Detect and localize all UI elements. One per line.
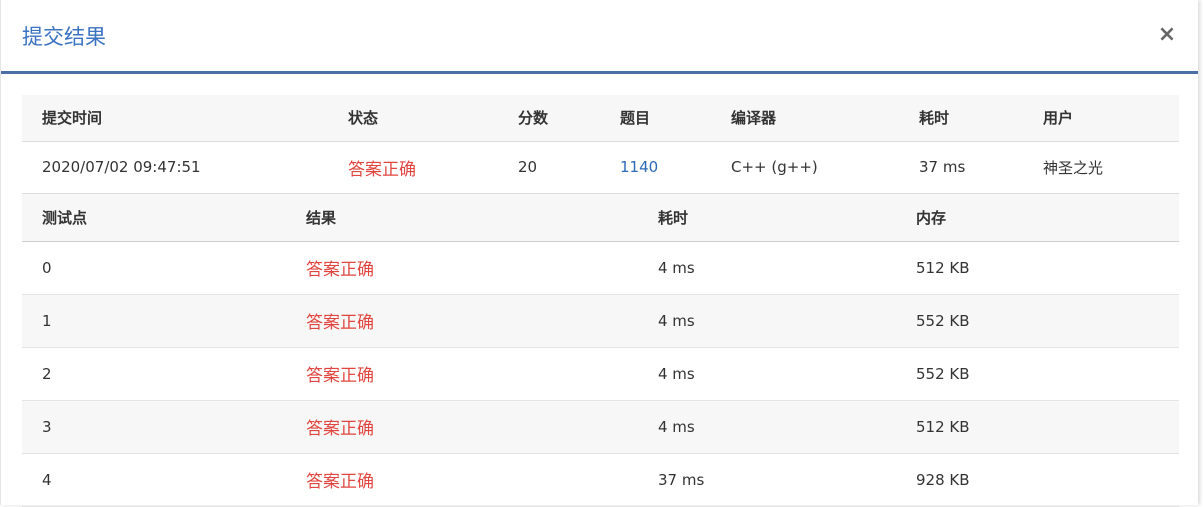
submission-summary-table: 提交时间 状态 分数 题目 编译器 耗时 用户 2020/07/02 09:47… [22, 95, 1179, 194]
duration-value: 37 ms [899, 141, 1023, 194]
test-cases-table: 测试点 结果 耗时 内存 0 答案正确 4 ms 512 KB 1 答案正确 4… [22, 194, 1179, 507]
test-result: 答案正确 [286, 400, 638, 454]
summary-header-row: 提交时间 状态 分数 题目 编译器 耗时 用户 [22, 95, 1179, 142]
header-time: 耗时 [638, 194, 896, 242]
dialog-header: 提交结果 × [1, 0, 1198, 74]
header-memory: 内存 [896, 194, 1179, 242]
test-time: 4 ms [638, 400, 896, 454]
table-row: 2 答案正确 4 ms 552 KB [22, 347, 1179, 401]
user-value: 神圣之光 [1023, 141, 1179, 194]
test-time: 37 ms [638, 453, 896, 507]
header-score: 分数 [498, 95, 600, 142]
tests-header-row: 测试点 结果 耗时 内存 [22, 194, 1179, 242]
test-memory: 552 KB [896, 347, 1179, 401]
close-icon[interactable]: × [1156, 20, 1178, 50]
header-status: 状态 [328, 95, 498, 142]
test-memory: 552 KB [896, 294, 1179, 348]
test-memory: 928 KB [896, 453, 1179, 507]
test-time: 4 ms [638, 347, 896, 401]
score-value: 20 [498, 141, 600, 194]
status-badge: 答案正确 [328, 141, 498, 194]
test-id: 3 [22, 400, 286, 454]
test-time: 4 ms [638, 241, 896, 295]
table-row: 1 答案正确 4 ms 552 KB [22, 294, 1179, 348]
test-memory: 512 KB [896, 241, 1179, 295]
table-row: 0 答案正确 4 ms 512 KB [22, 241, 1179, 295]
test-memory: 512 KB [896, 400, 1179, 454]
header-compiler: 编译器 [711, 95, 899, 142]
compiler-value: C++ (g++) [711, 141, 899, 194]
test-result: 答案正确 [286, 294, 638, 348]
summary-row: 2020/07/02 09:47:51 答案正确 20 1140 C++ (g+… [22, 141, 1179, 194]
test-id: 0 [22, 241, 286, 295]
test-id: 4 [22, 453, 286, 507]
header-result: 结果 [286, 194, 638, 242]
test-id: 1 [22, 294, 286, 348]
header-problem: 题目 [600, 95, 711, 142]
header-duration: 耗时 [899, 95, 1023, 142]
test-time: 4 ms [638, 294, 896, 348]
table-row: 3 答案正确 4 ms 512 KB [22, 400, 1179, 454]
header-test-case: 测试点 [22, 194, 286, 242]
submission-result-dialog: 提交结果 × 提交时间 状态 分数 题目 编译器 耗时 用户 2020/07/0… [0, 0, 1198, 507]
header-submit-time: 提交时间 [22, 95, 328, 142]
test-id: 2 [22, 347, 286, 401]
header-user: 用户 [1023, 95, 1179, 142]
problem-link[interactable]: 1140 [600, 141, 711, 194]
test-result: 答案正确 [286, 347, 638, 401]
table-row: 4 答案正确 37 ms 928 KB [22, 453, 1179, 507]
submit-time: 2020/07/02 09:47:51 [22, 141, 328, 194]
dialog-title: 提交结果 [22, 25, 106, 49]
test-result: 答案正确 [286, 453, 638, 507]
test-result: 答案正确 [286, 241, 638, 295]
